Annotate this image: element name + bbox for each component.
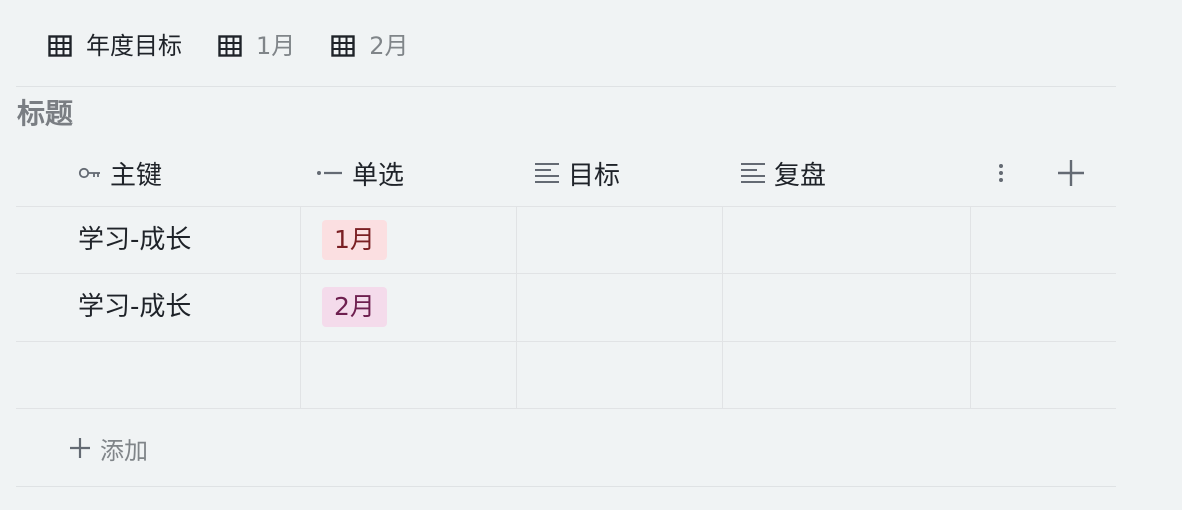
table-icon	[331, 35, 355, 57]
tab-january[interactable]: 1月	[218, 28, 295, 64]
table-row[interactable]: 学习-成长 1月	[16, 206, 1116, 274]
section-title: 标题	[17, 97, 74, 130]
add-row-button[interactable]: 添加	[68, 428, 148, 468]
tab-annual-goals[interactable]: 年度目标	[48, 28, 182, 64]
table-row-empty[interactable]	[16, 341, 1116, 409]
column-divider	[300, 207, 301, 408]
table-view: 年度目标 1月 2月 标题 主键 单选 目标 复盘 学习-成长 1月 学习-成长…	[0, 0, 1182, 510]
row-key-cell[interactable]: 学习-成长	[78, 207, 191, 274]
column-header-key[interactable]: 主键	[78, 152, 162, 194]
table-row[interactable]: 学习-成长 2月	[16, 273, 1116, 341]
column-header-label: 目标	[568, 160, 621, 191]
plus-icon	[70, 438, 90, 458]
column-header-single-select[interactable]: 单选	[316, 152, 404, 194]
more-vertical-icon[interactable]	[996, 161, 1006, 185]
column-header-label: 主键	[110, 160, 163, 191]
column-header-label: 单选	[352, 160, 405, 191]
header-actions	[996, 152, 1086, 194]
footer-divider	[16, 486, 1116, 487]
tab-label: 年度目标	[86, 32, 182, 60]
view-tabs: 年度目标 1月 2月	[48, 28, 445, 64]
option-tag[interactable]: 2月	[322, 287, 387, 327]
table-icon	[48, 35, 72, 57]
add-column-button[interactable]	[1056, 158, 1086, 188]
column-divider	[722, 207, 723, 408]
text-icon	[535, 163, 559, 183]
column-divider	[516, 207, 517, 408]
column-divider	[970, 207, 971, 408]
tabs-divider	[16, 86, 1116, 87]
tab-label: 2月	[369, 32, 409, 60]
text-icon	[741, 163, 765, 183]
column-header-goal[interactable]: 目标	[534, 152, 620, 194]
option-tag[interactable]: 1月	[322, 220, 387, 260]
tab-february[interactable]: 2月	[331, 28, 409, 64]
key-icon	[78, 167, 100, 179]
column-header-label: 复盘	[774, 160, 827, 191]
add-row-label: 添加	[100, 436, 148, 465]
single-select-icon	[317, 171, 342, 175]
tab-label: 1月	[256, 32, 296, 60]
table-icon	[218, 35, 242, 57]
row-key-cell[interactable]: 学习-成长	[78, 274, 191, 341]
column-header-review[interactable]: 复盘	[740, 152, 826, 194]
rows-bottom-border	[16, 408, 1116, 409]
